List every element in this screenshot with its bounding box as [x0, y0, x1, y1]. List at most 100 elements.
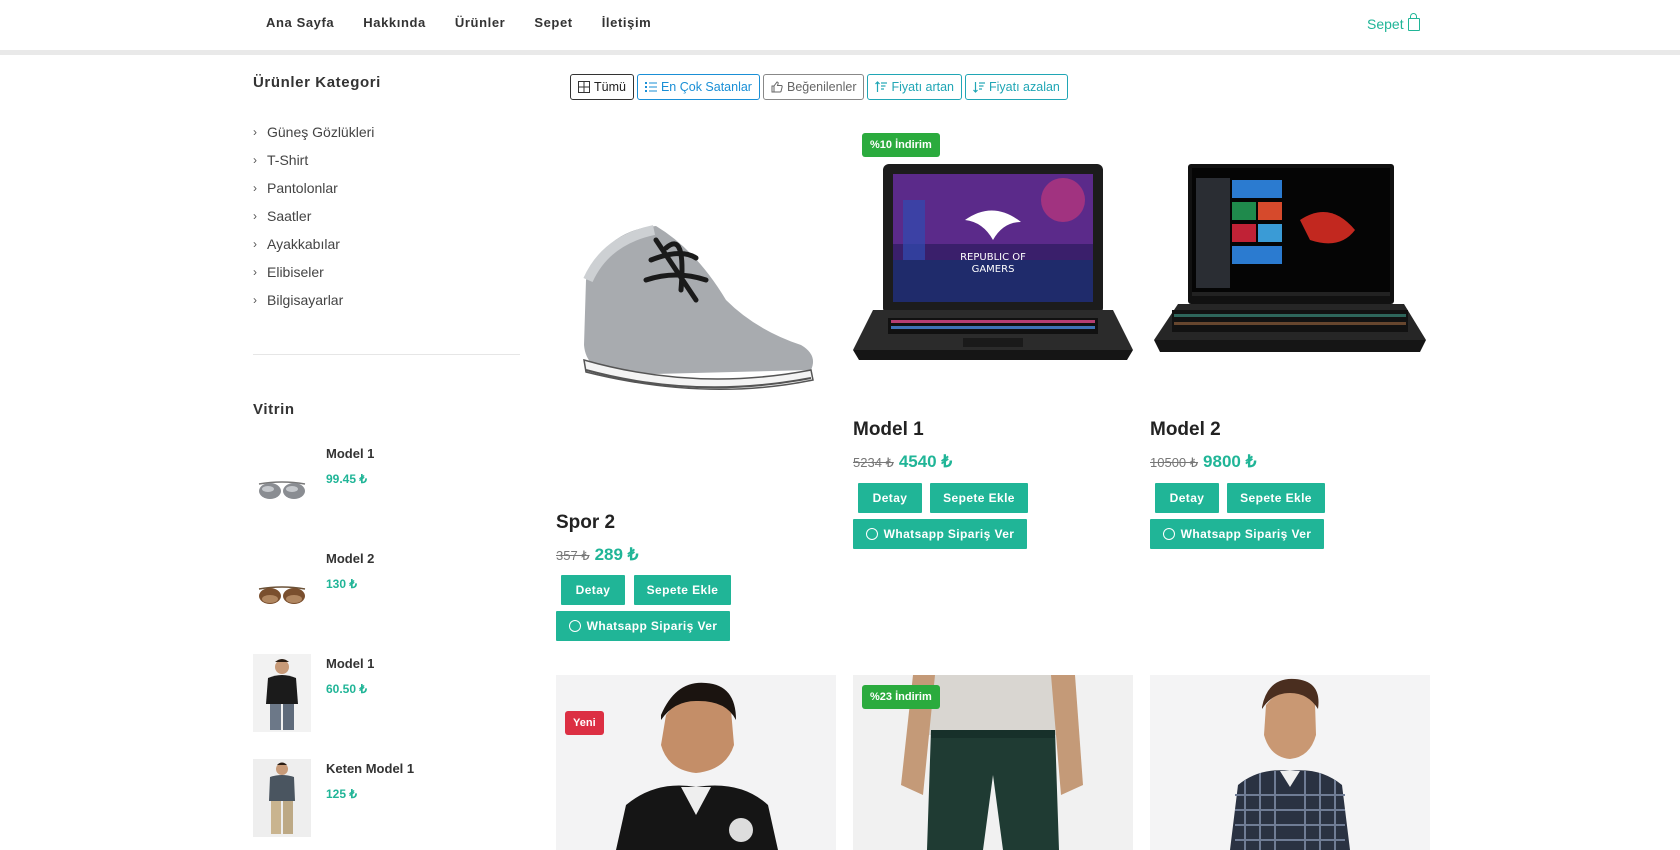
product-name[interactable]: Spor 2: [556, 512, 615, 534]
chevron-right-icon: ›: [253, 181, 257, 195]
nav-link-home[interactable]: Ana Sayfa: [266, 15, 334, 30]
whatsapp-order-button[interactable]: Whatsapp Sipariş Ver: [556, 611, 730, 641]
filter-all-button[interactable]: Tümü: [570, 74, 634, 100]
category-item[interactable]: › Güneş Gözlükleri: [253, 118, 374, 146]
sort-descending-icon: [973, 82, 986, 93]
category-label: T-Shirt: [267, 152, 309, 168]
filter-all-label: Tümü: [594, 80, 626, 94]
category-label: Saatler: [267, 208, 312, 224]
chevron-right-icon: ›: [253, 237, 257, 251]
add-to-cart-button[interactable]: Sepete Ekle: [1227, 483, 1325, 513]
new-badge: Yeni: [565, 711, 604, 735]
thumbs-up-icon: [771, 81, 783, 93]
filter-price-desc-button[interactable]: Fiyatı azalan: [965, 74, 1068, 100]
sidebar-divider: [253, 354, 520, 355]
current-price: 289 ₺: [594, 545, 639, 564]
cart-link[interactable]: Sepet: [1367, 12, 1420, 32]
current-price: 4540 ₺: [898, 452, 953, 471]
showcase-item[interactable]: Model 1 60.50 ₺: [253, 654, 513, 734]
showcase-price: 99.45 ₺: [326, 472, 367, 486]
showcase-name: Model 2: [326, 551, 375, 566]
product-name[interactable]: Model 1: [853, 419, 924, 441]
sunglasses-image: [253, 549, 311, 627]
sneaker-image[interactable]: [556, 130, 836, 500]
nav-link-contact[interactable]: İletişim: [602, 15, 652, 30]
category-item[interactable]: › Pantolonlar: [253, 174, 374, 202]
product-price: 10500 ₺ 9800 ₺: [1150, 452, 1256, 472]
sort-ascending-icon: [875, 81, 888, 92]
man-checked-shirt-product-image[interactable]: [1150, 675, 1430, 850]
category-list: › Güneş Gözlükleri › T-Shirt › Pantolonlar …: [253, 118, 374, 314]
showcase-title: Vitrin: [253, 401, 295, 418]
top-navbar: Ana Sayfa Hakkında Ürünler Sepet İletişi…: [0, 0, 1680, 48]
nav-divider: [0, 50, 1680, 55]
chevron-right-icon: ›: [253, 265, 257, 279]
detail-button[interactable]: Detay: [858, 483, 922, 513]
showcase-item[interactable]: Model 2 130 ₺: [253, 549, 513, 629]
category-item[interactable]: › Saatler: [253, 202, 374, 230]
category-item[interactable]: › T-Shirt: [253, 146, 374, 174]
chevron-right-icon: ›: [253, 153, 257, 167]
showcase-price: 130 ₺: [326, 577, 357, 591]
category-item[interactable]: › Elibiseler: [253, 258, 374, 286]
showcase-name: Model 1: [326, 446, 375, 461]
main-nav: Ana Sayfa Hakkında Ürünler Sepet İletişi…: [266, 15, 651, 30]
grid-icon: [578, 81, 590, 93]
shopping-bag-icon: [1407, 12, 1420, 31]
nav-link-products[interactable]: Ürünler: [455, 15, 505, 30]
add-to-cart-button[interactable]: Sepete Ekle: [634, 575, 731, 605]
old-price: 10500 ₺: [1150, 455, 1199, 470]
discount-badge: %23 İndirim: [862, 685, 940, 709]
showcase-item[interactable]: Keten Model 1 125 ₺: [253, 759, 513, 839]
filter-price-desc-label: Fiyatı azalan: [989, 80, 1060, 94]
cart-label: Sepet: [1367, 16, 1404, 32]
product-name[interactable]: Model 2: [1150, 419, 1221, 441]
whatsapp-label: Whatsapp Sipariş Ver: [883, 527, 1015, 541]
whatsapp-order-button[interactable]: Whatsapp Sipariş Ver: [853, 519, 1027, 549]
category-item[interactable]: › Ayakkabılar: [253, 230, 374, 258]
product-filters: Tümü En Çok Satanlar Beğenilenler Fiyatı…: [570, 74, 1068, 100]
category-label: Ayakkabılar: [267, 236, 340, 252]
nav-link-about[interactable]: Hakkında: [363, 15, 426, 30]
current-price: 9800 ₺: [1203, 452, 1257, 471]
categories-title: Ürünler Kategori: [253, 74, 381, 91]
product-price: 357 ₺ 289 ₺: [556, 545, 638, 565]
chevron-right-icon: ›: [253, 293, 257, 307]
whatsapp-order-button[interactable]: Whatsapp Sipariş Ver: [1150, 519, 1324, 549]
category-label: Elibiseler: [267, 264, 324, 280]
list-ordered-icon: [644, 82, 657, 92]
add-to-cart-button[interactable]: Sepete Ekle: [930, 483, 1028, 513]
sunglasses-image: [253, 444, 311, 522]
filter-liked-label: Beğenilenler: [786, 80, 857, 94]
whatsapp-icon: [865, 528, 878, 540]
laptop-image[interactable]: [1150, 160, 1430, 370]
showcase-price: 60.50 ₺: [326, 682, 367, 696]
svg-text:REPUBLIC OF: REPUBLIC OF: [960, 252, 1026, 263]
man-polo-product-image[interactable]: [556, 675, 836, 850]
filter-best-sellers-button[interactable]: En Çok Satanlar: [636, 74, 760, 100]
nav-link-cart[interactable]: Sepet: [534, 15, 572, 30]
svg-text:GAMERS: GAMERS: [972, 264, 1015, 275]
whatsapp-icon: [1162, 528, 1175, 540]
filter-liked-button[interactable]: Beğenilenler: [762, 74, 865, 100]
whatsapp-label: Whatsapp Sipariş Ver: [586, 619, 718, 633]
old-price: 5234 ₺: [853, 455, 894, 470]
old-price: 357 ₺: [556, 548, 590, 563]
chevron-right-icon: ›: [253, 125, 257, 139]
chevron-right-icon: ›: [253, 209, 257, 223]
gaming-laptop-image[interactable]: REPUBLIC OF GAMERS: [853, 160, 1133, 370]
showcase-price: 125 ₺: [326, 787, 357, 801]
filter-best-sellers-label: En Çok Satanlar: [660, 80, 752, 94]
category-label: Pantolonlar: [267, 180, 338, 196]
showcase-item[interactable]: Model 1 99.45 ₺: [253, 444, 513, 524]
detail-button[interactable]: Detay: [561, 575, 625, 605]
showcase-name: Model 1: [326, 656, 375, 671]
category-item[interactable]: › Bilgisayarlar: [253, 286, 374, 314]
filter-price-asc-button[interactable]: Fiyatı artan: [867, 74, 963, 100]
filter-price-asc-label: Fiyatı artan: [891, 80, 955, 94]
discount-badge: %10 İndirim: [862, 133, 940, 157]
category-label: Bilgisayarlar: [267, 292, 344, 308]
whatsapp-icon: [568, 620, 581, 632]
whatsapp-label: Whatsapp Sipariş Ver: [1180, 527, 1312, 541]
detail-button[interactable]: Detay: [1155, 483, 1219, 513]
